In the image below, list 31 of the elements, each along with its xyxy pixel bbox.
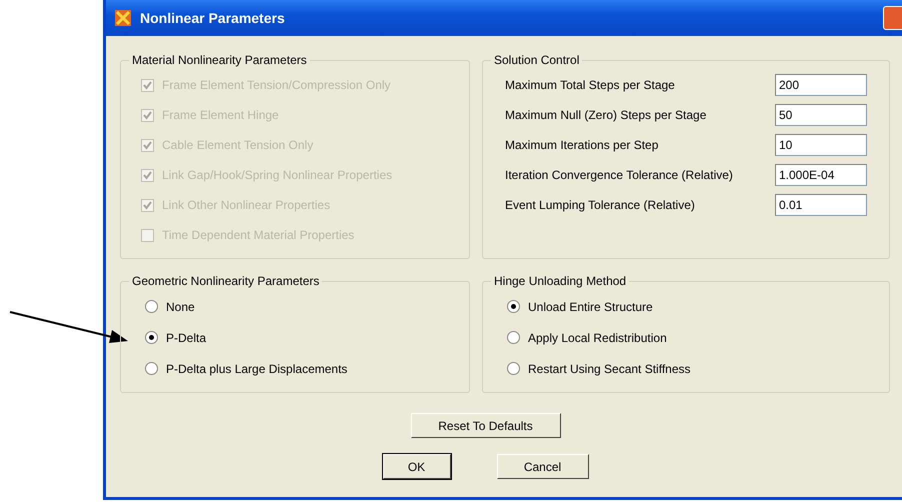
radio-label: P-Delta plus Large Displacements — [166, 360, 348, 378]
radio-button[interactable] — [507, 362, 520, 375]
group-title: Solution Control — [493, 54, 580, 66]
radio-button[interactable] — [145, 331, 158, 344]
radio-button[interactable] — [145, 300, 158, 313]
radio-label: P-Delta — [166, 330, 206, 346]
dialog-button[interactable]: OK — [382, 454, 450, 479]
radio-label: None — [166, 298, 195, 316]
field-label: Event Lumping Tolerance (Relative) — [505, 197, 695, 214]
field-label: Maximum Iterations per Step — [505, 137, 658, 154]
dialog-button[interactable]: Cancel — [496, 454, 588, 479]
group-title: Geometric Nonlinearity Parameters — [131, 275, 320, 287]
input-field[interactable]: 1.000E-04 — [775, 164, 867, 186]
group-title: Hinge Unloading Method — [493, 275, 628, 287]
input-field[interactable]: 200 — [775, 74, 867, 96]
radio-label: Apply Local Redistribution — [528, 330, 667, 346]
window-title: Nonlinear Parameters — [140, 8, 285, 28]
field-label: Iteration Convergence Tolerance (Relative) — [505, 167, 733, 184]
field-label: Maximum Total Steps per Stage — [505, 77, 675, 94]
radio-label: Restart Using Secant Stiffness — [528, 360, 691, 378]
input-field[interactable]: 50 — [775, 104, 867, 126]
radio-label: Unload Entire Structure — [528, 298, 653, 316]
field-label: Maximum Null (Zero) Steps per Stage — [505, 107, 706, 124]
input-field[interactable]: 10 — [775, 134, 867, 156]
reset-button[interactable]: Reset To Defaults — [410, 413, 560, 438]
group-title: Material Nonlinearity Parameters — [131, 54, 308, 66]
radio-button[interactable] — [145, 362, 158, 375]
radio-button[interactable] — [507, 300, 520, 313]
input-field[interactable]: 0.01 — [775, 194, 867, 216]
app-icon — [114, 9, 132, 27]
radio-button[interactable] — [507, 331, 520, 344]
